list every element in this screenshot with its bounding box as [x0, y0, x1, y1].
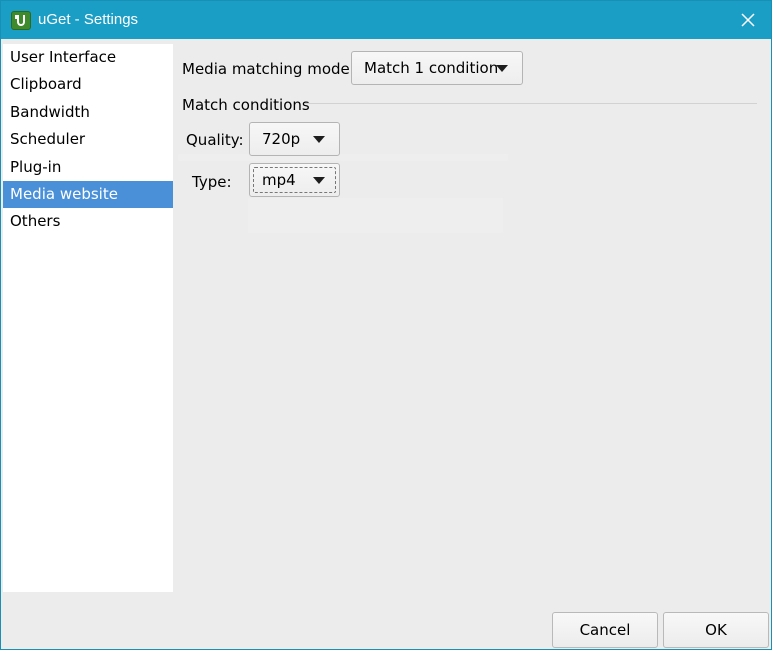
cancel-button[interactable]: Cancel	[552, 612, 658, 648]
close-icon	[741, 13, 755, 27]
conditions-background	[178, 154, 508, 161]
chevron-down-icon	[496, 65, 508, 72]
media-website-panel: Media matching mode: Match 1 condition M…	[173, 39, 771, 649]
blank-area	[248, 198, 503, 233]
settings-category-list: User Interface Clipboard Bandwidth Sched…	[3, 44, 173, 592]
window-title: uGet - Settings	[38, 11, 139, 28]
sidebar-item-user-interface[interactable]: User Interface	[3, 44, 173, 71]
quality-dropdown[interactable]: 720p	[249, 122, 340, 156]
type-value: mp4	[262, 171, 296, 189]
media-matching-mode-label: Media matching mode:	[182, 60, 355, 78]
sidebar-item-scheduler[interactable]: Scheduler	[3, 126, 173, 153]
title-bar: uGet - Settings	[1, 1, 771, 39]
section-separator	[305, 103, 757, 104]
uget-app-icon	[11, 11, 31, 30]
sidebar-item-others[interactable]: Others	[3, 208, 173, 235]
type-dropdown[interactable]: mp4	[249, 163, 340, 197]
media-matching-mode-dropdown[interactable]: Match 1 condition	[351, 51, 523, 85]
settings-window: uGet - Settings User Interface Clipboard…	[0, 0, 772, 650]
close-button[interactable]	[733, 5, 763, 35]
sidebar-item-media-website[interactable]: Media website	[3, 180, 173, 209]
chevron-down-icon	[313, 136, 325, 143]
sidebar-item-plug-in[interactable]: Plug-in	[3, 154, 173, 181]
match-conditions-title: Match conditions	[182, 96, 310, 114]
media-matching-mode-value: Match 1 condition	[364, 59, 499, 77]
sidebar-item-clipboard[interactable]: Clipboard	[3, 71, 173, 98]
ok-button[interactable]: OK	[663, 612, 769, 648]
quality-value: 720p	[262, 130, 301, 148]
quality-label: Quality:	[186, 131, 244, 149]
type-label: Type:	[192, 173, 232, 191]
sidebar-item-bandwidth[interactable]: Bandwidth	[3, 99, 173, 126]
chevron-down-icon	[313, 177, 325, 184]
